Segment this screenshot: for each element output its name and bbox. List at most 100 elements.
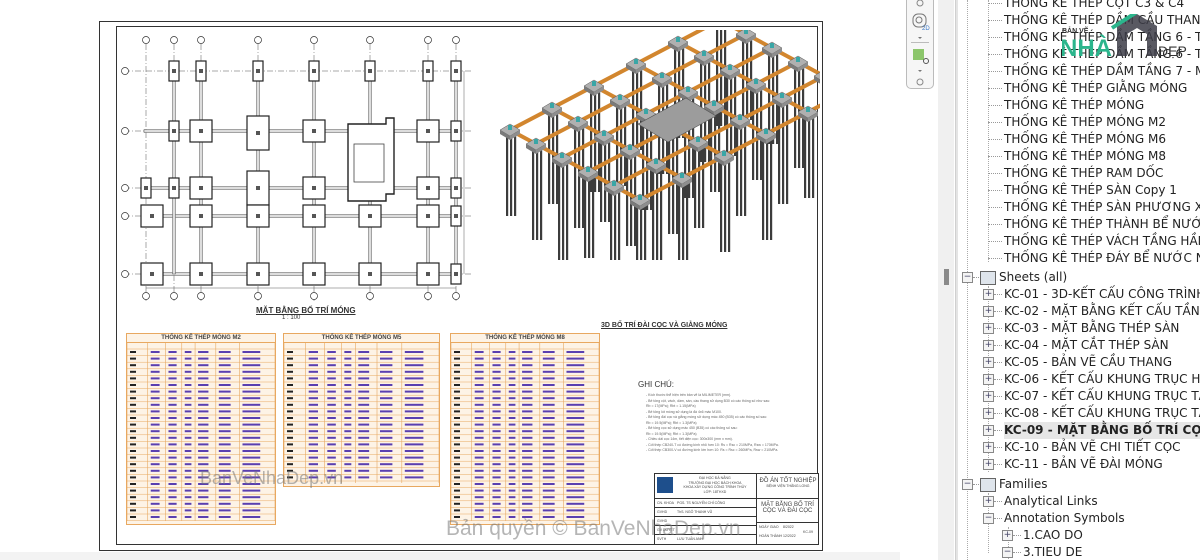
schedule-cell-text [150, 410, 160, 413]
schedule-mong-m5[interactable]: THỐNG KÊ THÉP MÓNG M5 [283, 333, 440, 487]
schedule-cell-text [508, 403, 516, 406]
horizontal-scrollbar[interactable] [0, 552, 900, 560]
tree-connector [994, 518, 1002, 519]
schedule-item[interactable]: THỐNG KÊ THÉP SÀN Copy 1 [1004, 182, 1177, 199]
sheet-item[interactable]: KC-10 - BẢN VẼ CHI TIẾT CỌC [1004, 439, 1181, 456]
collapse-icon[interactable]: − [962, 272, 973, 283]
sheet-item[interactable]: KC-11 - BẢN VẼ ĐÀI MÓNG [1004, 456, 1163, 473]
schedule-cell-text [404, 357, 424, 360]
sheet-item[interactable]: KC-06 - KẾT CẤU KHUNG TRỤC HẦM [1004, 371, 1200, 388]
schedule-cell-text [474, 496, 484, 499]
scrollbar-thumb[interactable] [944, 269, 949, 285]
family-item[interactable]: 1.CAO DO [1023, 527, 1083, 544]
schedule-cell-text [242, 351, 261, 353]
family-category[interactable]: Analytical Links [1004, 493, 1098, 510]
expand-icon[interactable]: + [983, 357, 994, 368]
schedule-mong-m2[interactable]: THỐNG KÊ THÉP MÓNG M2 [126, 333, 276, 525]
schedule-cell-text [380, 417, 393, 419]
schedule-cell-text [184, 496, 192, 499]
tree-item-label: 3.TIEU DE [1023, 545, 1083, 559]
tree-node-sheets[interactable]: Sheets (all) [999, 269, 1067, 286]
schedule-cell-text [380, 469, 393, 472]
schedule-cell-text [522, 423, 533, 426]
expand-icon[interactable]: + [983, 323, 994, 334]
schedule-cell-text [358, 364, 370, 367]
vertical-scrollbar[interactable] [938, 0, 954, 560]
sheet-item[interactable]: KC-08 - KẾT CẤU KHUNG TRỤC TẦNG [1004, 405, 1200, 422]
schedule-cell-text [454, 489, 460, 492]
family-item[interactable]: 3.TIEU DE [1023, 544, 1082, 560]
schedule-cell-text [474, 377, 484, 380]
schedule-cell-text [168, 423, 177, 426]
drawing-canvas[interactable]: MẶT BẰNG BỐ TRÍ MÓNG 1 : 100 3D BỐ TRÍ Đ… [0, 0, 900, 560]
sheet-item[interactable]: KC-03 - MẶT BẰNG THÉP SÀN [1004, 320, 1179, 337]
pile [682, 184, 685, 260]
schedule-item[interactable]: THỐNG KÊ THÉP THÀNH BỂ NƯỚC N [1004, 216, 1200, 233]
tree-connector [988, 207, 1002, 208]
schedule-cell-text [508, 384, 516, 386]
collapse-icon[interactable]: − [962, 479, 973, 490]
3d-foundation-view[interactable] [500, 30, 820, 260]
schedule-cell-text [566, 463, 585, 466]
schedule-cell-text [242, 390, 261, 393]
schedule-item[interactable]: THỐNG KÊ THÉP GIẰNG MÓNG [1004, 80, 1187, 97]
pile [644, 206, 647, 260]
schedule-item[interactable]: THỐNG KÊ THÉP CỘT C3 & C4 [1004, 0, 1184, 12]
expand-icon[interactable]: + [983, 374, 994, 385]
expand-icon[interactable]: + [983, 496, 994, 507]
expand-icon[interactable]: + [1002, 530, 1013, 541]
schedule-cell-text [308, 463, 318, 466]
3d-view-title: 3D BỐ TRÍ ĐÀI CỌC VÀ GIẰNG MÓNG [601, 322, 728, 329]
schedule-cell-text [287, 390, 293, 393]
expand-icon[interactable]: + [983, 459, 994, 470]
schedule-cell-text [130, 410, 136, 413]
sheet-item[interactable]: KC-05 - BẢN VẼ CẦU THANG [1004, 354, 1172, 371]
collapse-icon[interactable]: − [983, 513, 994, 524]
schedule-mong-m8[interactable]: THỐNG KÊ THÉP MÓNG M8 [450, 333, 600, 525]
schedule-item[interactable]: THỐNG KÊ THÉP MÓNG [1004, 97, 1144, 114]
sheet-item[interactable]: KC-04 - MẶT CẮT THÉP SÀN [1004, 337, 1169, 354]
expand-icon[interactable]: + [983, 391, 994, 402]
schedule-cell-text [566, 489, 585, 492]
tree-connector [988, 224, 1002, 225]
expand-icon[interactable]: + [983, 306, 994, 317]
tree-node-families[interactable]: Families [999, 476, 1047, 493]
schedule-item[interactable]: THỐNG KÊ THÉP RAM DỐC [1004, 165, 1163, 182]
schedule-cell-text [566, 509, 585, 512]
schedule-cell-text [242, 463, 261, 466]
schedule-cell-text [508, 463, 516, 466]
sheet-item[interactable]: KC-02 - MẶT BẰNG KẾT CẤU TẦNG 6 [1004, 303, 1200, 320]
collapse-icon[interactable]: − [1002, 547, 1013, 558]
schedule-cell-text [150, 456, 160, 459]
schedule-cell-text [358, 430, 370, 433]
pile [804, 118, 807, 198]
schedule-item[interactable]: THỐNG KÊ THÉP VÁCH TẦNG HẦM [1004, 233, 1200, 250]
schedule-cell-text [184, 397, 192, 400]
schedule-item[interactable]: THỐNG KÊ THÉP MÓNG M2 [1004, 114, 1166, 131]
schedule-item[interactable]: THỐNG KÊ THÉP ĐÁY BỂ NƯỚC NGẦ [1004, 250, 1200, 267]
expand-icon[interactable]: + [983, 408, 994, 419]
schedule-cell-text [130, 403, 136, 406]
schedule-cell-text [404, 469, 424, 472]
schedule-cell-text [344, 370, 352, 373]
schedule-item[interactable]: THỐNG KÊ THÉP MÓNG M6 [1004, 131, 1166, 148]
schedule-cell-text [522, 509, 533, 512]
schedule-cell-text [566, 410, 585, 413]
schedule-item[interactable]: THỐNG KÊ THÉP SÀN PHƯƠNG X [1004, 199, 1200, 216]
tree-item-label: THỐNG KÊ THÉP DẦM TẦNG 7 - MÁ [1004, 64, 1200, 78]
expand-icon[interactable]: + [983, 289, 994, 300]
expand-icon[interactable]: + [983, 442, 994, 453]
schedule-cell-text [218, 456, 231, 459]
schedule-item[interactable]: THỐNG KÊ THÉP DẦM TẦNG 7 - MÁ [1004, 63, 1200, 80]
sheet-item[interactable]: KC-01 - 3D-KẾT CẤU CÔNG TRÌNH [1004, 286, 1200, 303]
grid-bubble [366, 292, 374, 300]
tree-item-label: KC-10 - BẢN VẼ CHI TIẾT CỌC [1004, 440, 1181, 454]
column-stub [676, 37, 680, 42]
sheet-item[interactable]: KC-07 - KẾT CẤU KHUNG TRỤC TẦNG [1004, 388, 1200, 405]
sheet-item[interactable]: KC-09 - MẶT BẰNG BỐ TRÍ CỌC VÀ [1004, 422, 1200, 439]
family-category[interactable]: Annotation Symbols [1004, 510, 1125, 527]
expand-icon[interactable]: + [983, 340, 994, 351]
expand-icon[interactable]: + [983, 425, 994, 436]
schedule-item[interactable]: THỐNG KÊ THÉP MÓNG M8 [1004, 148, 1166, 165]
foundation-plan-view[interactable] [116, 26, 478, 316]
